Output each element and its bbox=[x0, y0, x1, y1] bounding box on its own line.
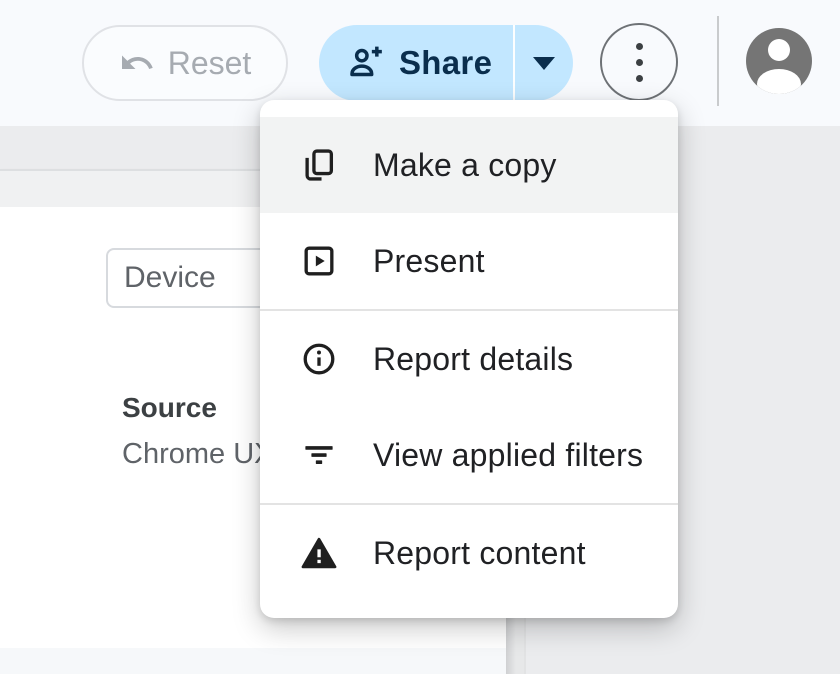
more-options-menu: Make a copy Present Report details bbox=[260, 100, 678, 618]
chevron-down-icon bbox=[533, 57, 555, 70]
info-icon bbox=[300, 340, 338, 378]
menu-item-make-a-copy[interactable]: Make a copy bbox=[260, 117, 678, 213]
source-heading: Source bbox=[122, 392, 217, 424]
menu-item-present[interactable]: Present bbox=[260, 213, 678, 309]
share-button-label: Share bbox=[399, 44, 492, 82]
menu-item-label: Present bbox=[373, 243, 485, 280]
avatar-person-icon bbox=[768, 39, 790, 61]
share-split-button: Share bbox=[319, 25, 573, 101]
toolbar-divider bbox=[717, 16, 719, 106]
filter-icon bbox=[300, 436, 338, 474]
copy-icon bbox=[300, 146, 338, 184]
reset-button-label: Reset bbox=[168, 45, 252, 82]
looker-studio-screen: Reset Share Device bbox=[0, 0, 840, 674]
menu-item-label: Report details bbox=[373, 341, 573, 378]
menu-item-report-details[interactable]: Report details bbox=[260, 311, 678, 407]
menu-item-view-applied-filters[interactable]: View applied filters bbox=[260, 407, 678, 503]
menu-item-label: Report content bbox=[373, 535, 586, 572]
more-vert-icon bbox=[636, 43, 643, 50]
menu-item-label: Make a copy bbox=[373, 147, 557, 184]
warning-icon bbox=[300, 534, 338, 572]
person-add-icon bbox=[346, 43, 386, 83]
reset-button[interactable]: Reset bbox=[82, 25, 288, 101]
undo-icon bbox=[119, 45, 155, 81]
device-filter-label: Device bbox=[124, 261, 216, 295]
more-options-button[interactable] bbox=[600, 23, 678, 101]
share-button[interactable]: Share bbox=[319, 25, 513, 101]
menu-item-report-content[interactable]: Report content bbox=[260, 505, 678, 601]
present-icon bbox=[300, 242, 338, 280]
account-avatar[interactable] bbox=[746, 28, 812, 94]
device-filter-control[interactable]: Device bbox=[106, 248, 274, 308]
menu-item-label: View applied filters bbox=[373, 437, 643, 474]
canvas-bottom-margin bbox=[0, 648, 506, 674]
